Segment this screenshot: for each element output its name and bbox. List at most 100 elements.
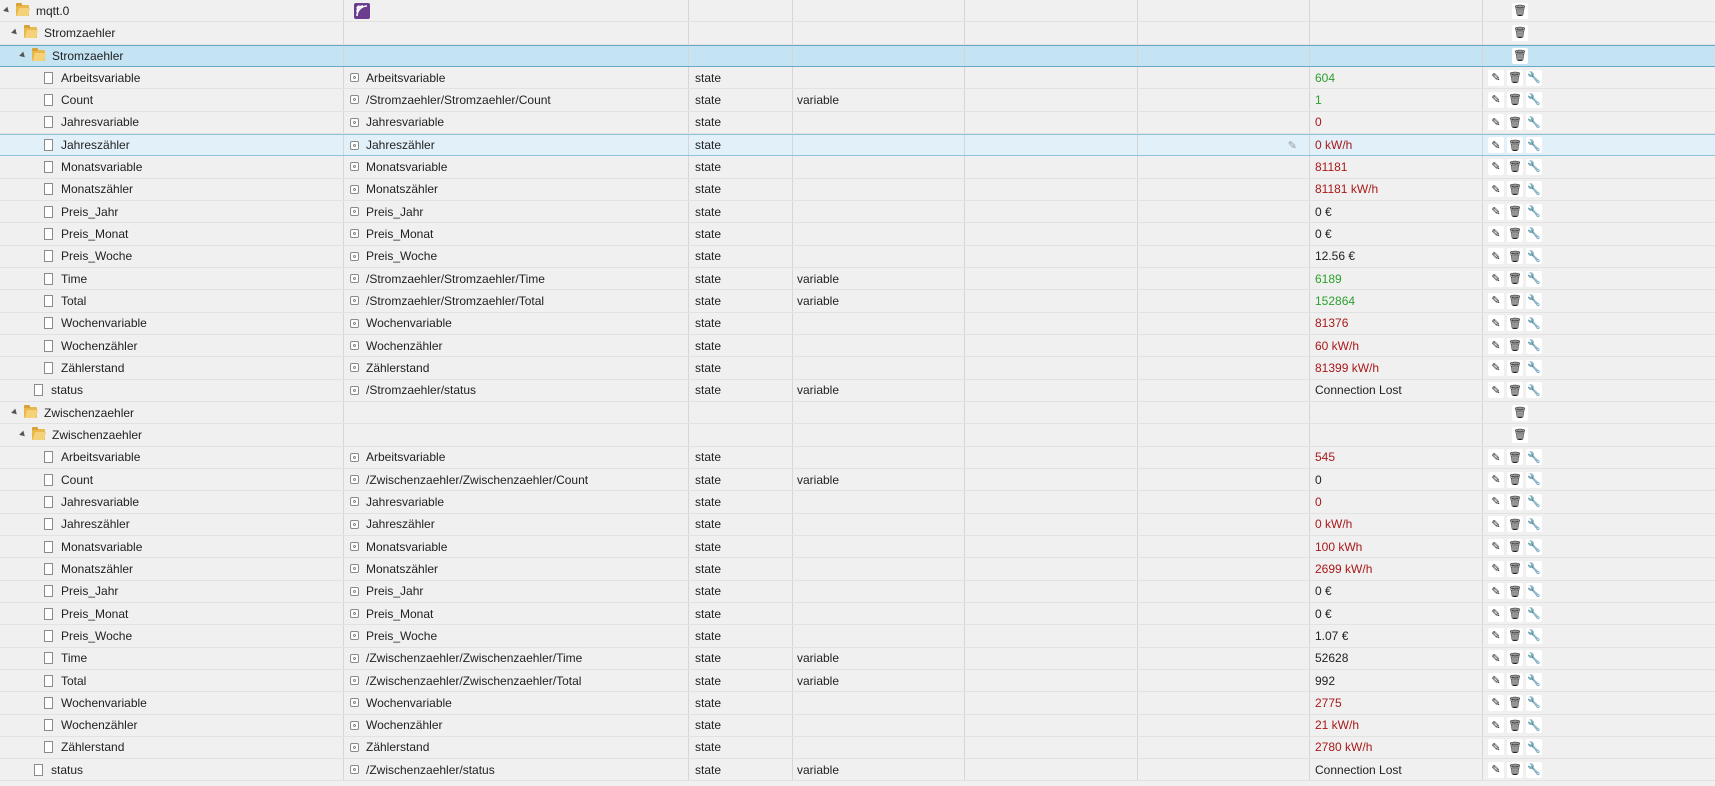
tree-row[interactable]: Wochenvariable Wochenvariable state 81376 ✎ 🗑… — [0, 312, 1715, 335]
value-cell[interactable]: 0 € — [1310, 223, 1483, 245]
value-cell[interactable]: 6189 — [1310, 267, 1483, 290]
trash-icon[interactable]: 🗑 — [1507, 315, 1523, 332]
triangle-expanded-icon[interactable] — [11, 29, 19, 37]
pencil-icon[interactable]: ✎ — [1488, 739, 1504, 756]
trash-icon[interactable]: 🗑 — [1512, 2, 1528, 19]
value-cell[interactable]: 0 — [1310, 491, 1483, 513]
trash-icon[interactable]: 🗑 — [1507, 158, 1523, 175]
triangle-expanded-icon[interactable] — [19, 431, 27, 439]
tree-row[interactable]: Monatsvariable Monatsvariable state 81181 ✎ 🗑… — [0, 156, 1715, 179]
pencil-icon[interactable]: ✎ — [1488, 538, 1504, 555]
tree-row[interactable]: Zwischenzaehler 🗑 — [0, 401, 1715, 425]
tree-row[interactable]: Total/Stromzaehler/Stromzaehler/Total sta… — [0, 290, 1715, 313]
wrench-icon[interactable]: 🔧 — [1526, 493, 1542, 510]
pencil-icon[interactable]: ✎ — [1488, 493, 1504, 510]
value-cell[interactable]: 100 kWh — [1310, 535, 1483, 558]
pencil-icon[interactable]: ✎ — [1488, 158, 1504, 175]
tree-row[interactable]: Total/Zwischenzaehler/Zwischenzaehler/To… — [0, 669, 1715, 693]
value-cell[interactable]: 0 kW/h — [1310, 513, 1483, 535]
trash-icon[interactable]: 🗑 — [1507, 137, 1523, 154]
tree-row[interactable]: Preis_Woche Preis_Woche state 1.07 € ✎ 🗑 🔧 — [0, 625, 1715, 648]
trash-icon[interactable]: 🗑 — [1507, 69, 1523, 86]
trash-icon[interactable]: 🗑 — [1507, 739, 1523, 756]
tree-row[interactable]: Jahreszähler Jahreszähler state 0 kW/h ✎ 🗑 🔧 — [0, 513, 1715, 536]
pencil-icon[interactable]: ✎ — [1488, 69, 1504, 86]
value-cell[interactable] — [1310, 424, 1483, 446]
tree-row[interactable]: status/Stromzaehler/status state variable C… — [0, 379, 1715, 402]
pencil-icon[interactable]: ✎ — [1488, 672, 1504, 689]
pencil-icon[interactable]: ✎ — [1488, 761, 1504, 778]
wrench-icon[interactable]: 🔧 — [1526, 69, 1542, 86]
tree-row[interactable]: Preis_Monat Preis_Monat state 0 € ✎ 🗑 🔧 — [0, 602, 1715, 626]
value-cell[interactable]: 992 — [1310, 669, 1483, 692]
triangle-expanded-icon[interactable] — [19, 51, 27, 60]
wrench-icon[interactable]: 🔧 — [1526, 471, 1542, 488]
value-cell[interactable]: 52628 — [1310, 647, 1483, 669]
trash-icon[interactable]: 🗑 — [1512, 47, 1528, 64]
value-cell[interactable]: 81376 — [1310, 312, 1483, 334]
value-cell[interactable] — [1310, 401, 1483, 424]
trash-icon[interactable]: 🗑 — [1507, 359, 1523, 376]
pencil-icon[interactable]: ✎ — [1488, 583, 1504, 600]
tree-row[interactable]: Zwischenzaehler 🗑 — [0, 424, 1715, 447]
trash-icon[interactable]: 🗑 — [1512, 404, 1528, 421]
tree-row[interactable]: Preis_Monat Preis_Monat state 0 € ✎ 🗑 🔧 — [0, 223, 1715, 246]
value-cell[interactable]: 0 € — [1310, 200, 1483, 223]
pencil-icon[interactable]: ✎ — [1488, 181, 1504, 198]
trash-icon[interactable]: 🗑 — [1512, 24, 1528, 41]
wrench-icon[interactable]: 🔧 — [1526, 158, 1542, 175]
wrench-icon[interactable]: 🔧 — [1526, 717, 1542, 734]
tree-row[interactable]: Wochenvariable Wochenvariable state 2775 ✎ 🗑 🔧 — [0, 692, 1715, 715]
pencil-icon[interactable]: ✎ — [1488, 203, 1504, 220]
tree-row[interactable]: Count/Stromzaehler/Stromzaehler/Count sta… — [0, 89, 1715, 112]
tree-row[interactable]: Wochenzähler Wochenzähler state 21 kW/h ✎ 🗑 🔧 — [0, 714, 1715, 737]
value-cell[interactable] — [1310, 45, 1483, 66]
tree-row[interactable]: Jahresvariable Jahresvariable state 0 ✎ 🗑 🔧 — [0, 491, 1715, 514]
trash-icon[interactable]: 🗑 — [1507, 382, 1523, 399]
wrench-icon[interactable]: 🔧 — [1526, 203, 1542, 220]
tree-row[interactable]: Monatsvariable Monatsvariable state 100 kWh… — [0, 535, 1715, 559]
tree-row[interactable]: Arbeitsvariable Arbeitsvariable state 545 ✎ 🗑… — [0, 446, 1715, 469]
tree-row[interactable]: Count/Zwischenzaehler/Zwischenzaehler/Co… — [0, 468, 1715, 492]
trash-icon[interactable]: 🗑 — [1507, 449, 1523, 466]
trash-icon[interactable]: 🗑 — [1507, 538, 1523, 555]
trash-icon[interactable]: 🗑 — [1507, 672, 1523, 689]
pencil-icon[interactable]: ✎ — [1488, 717, 1504, 734]
value-cell[interactable]: 2780 kW/h — [1310, 736, 1483, 759]
value-cell[interactable]: 545 — [1310, 446, 1483, 468]
tree-row[interactable]: Wochenzähler Wochenzähler state 60 kW/h ✎ 🗑 🔧 — [0, 334, 1715, 358]
pencil-icon[interactable]: ✎ — [1488, 359, 1504, 376]
wrench-icon[interactable]: 🔧 — [1526, 225, 1542, 242]
trash-icon[interactable]: 🗑 — [1507, 181, 1523, 198]
tree-row[interactable]: Arbeitsvariable Arbeitsvariable state 604 ✎ 🗑… — [0, 66, 1715, 90]
wrench-icon[interactable]: 🔧 — [1526, 739, 1542, 756]
pencil-icon[interactable]: ✎ — [1488, 560, 1504, 577]
pencil-icon[interactable]: ✎ — [1488, 449, 1504, 466]
trash-icon[interactable]: 🗑 — [1507, 203, 1523, 220]
pencil-icon[interactable]: ✎ — [1488, 516, 1504, 533]
value-cell[interactable]: 1.07 € — [1310, 625, 1483, 647]
value-cell[interactable]: 81181 — [1310, 156, 1483, 178]
trash-icon[interactable]: 🗑 — [1507, 292, 1523, 309]
wrench-icon[interactable]: 🔧 — [1526, 761, 1542, 778]
pencil-icon[interactable]: ✎ — [1488, 137, 1504, 154]
pencil-icon[interactable]: ✎ — [1488, 471, 1504, 488]
trash-icon[interactable]: 🗑 — [1507, 248, 1523, 265]
value-cell[interactable]: 0 — [1310, 468, 1483, 491]
tree-row[interactable]: Monatszähler Monatszähler state 2699 kW/h ✎ 🗑… — [0, 558, 1715, 581]
trash-icon[interactable]: 🗑 — [1507, 717, 1523, 734]
value-cell[interactable]: 0 — [1310, 111, 1483, 133]
tree-row[interactable]: Preis_Jahr Preis_Jahr state 0 € ✎ 🗑 🔧 — [0, 580, 1715, 603]
trash-icon[interactable]: 🗑 — [1507, 493, 1523, 510]
value-cell[interactable]: 0 € — [1310, 580, 1483, 602]
wrench-icon[interactable]: 🔧 — [1526, 181, 1542, 198]
pencil-icon[interactable]: ✎ — [1488, 315, 1504, 332]
wrench-icon[interactable]: 🔧 — [1526, 292, 1542, 309]
value-cell[interactable] — [1310, 22, 1483, 44]
wrench-icon[interactable]: 🔧 — [1526, 627, 1542, 644]
wrench-icon[interactable]: 🔧 — [1526, 382, 1542, 399]
wrench-icon[interactable]: 🔧 — [1526, 605, 1542, 622]
wrench-icon[interactable]: 🔧 — [1526, 672, 1542, 689]
value-cell[interactable]: 0 kW/h — [1310, 134, 1483, 156]
tree-row[interactable]: Time/Stromzaehler/Stromzaehler/Time state… — [0, 267, 1715, 291]
